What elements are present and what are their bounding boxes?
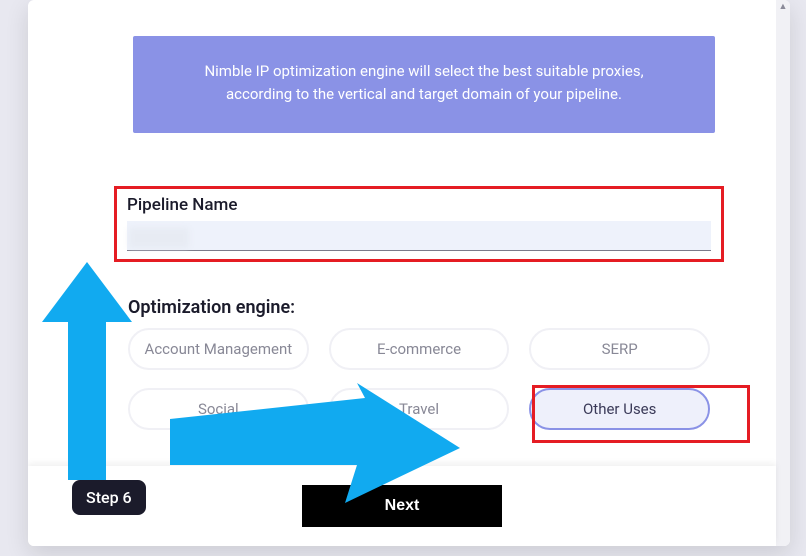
pipeline-name-highlight-frame: Pipeline Name (114, 186, 724, 262)
pipeline-name-label: Pipeline Name (127, 195, 711, 215)
chip-travel[interactable]: Travel (329, 388, 510, 430)
optimization-engine-label: Optimization engine: (128, 297, 295, 318)
redaction-blur (129, 228, 189, 248)
chip-label: Other Uses (583, 400, 656, 418)
chip-social[interactable]: Social (128, 388, 309, 430)
pipeline-name-input[interactable] (127, 221, 711, 251)
info-banner: Nimble IP optimization engine will selec… (133, 36, 715, 133)
optimization-options: Account Management E-commerce SERP Socia… (128, 328, 710, 448)
banner-line1: Nimble IP optimization engine will selec… (204, 62, 643, 80)
chip-label: SERP (602, 340, 638, 358)
scrollbar[interactable]: ▲ (776, 0, 790, 546)
next-button[interactable]: Next (302, 485, 502, 527)
chip-label: Account Management (145, 340, 293, 358)
modal-dialog: ▲ Nimble IP optimization engine will sel… (28, 0, 790, 546)
chip-label: Travel (399, 400, 439, 418)
scroll-up-icon[interactable]: ▲ (778, 2, 788, 12)
chip-label: Social (198, 400, 239, 418)
chip-ecommerce[interactable]: E-commerce (329, 328, 510, 370)
chip-label: E-commerce (377, 340, 461, 358)
chip-account-management[interactable]: Account Management (128, 328, 309, 370)
chip-row: Social Travel Other Uses (128, 388, 710, 430)
step-badge-label: Step 6 (86, 488, 132, 507)
step-badge: Step 6 (72, 480, 146, 515)
next-button-label: Next (385, 497, 420, 514)
chip-other-uses[interactable]: Other Uses (529, 388, 710, 430)
banner-line2: according to the vertical and target dom… (226, 85, 622, 103)
chip-serp[interactable]: SERP (529, 328, 710, 370)
chip-row: Account Management E-commerce SERP (128, 328, 710, 370)
